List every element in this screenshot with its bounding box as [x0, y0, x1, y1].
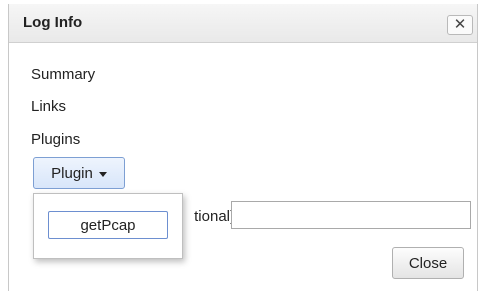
plugin-dropdown-button[interactable]: Plugin	[33, 157, 125, 189]
links-link[interactable]: Links	[31, 98, 66, 115]
comment-input[interactable]	[231, 201, 471, 229]
summary-link[interactable]: Summary	[31, 66, 95, 83]
dialog-title: Log Info	[23, 14, 83, 31]
dialog-titlebar: Log Info ✕	[9, 4, 477, 43]
menu-item-getpcap[interactable]: getPcap	[48, 211, 168, 239]
plugin-button-label: Plugin	[51, 164, 93, 182]
plugins-link[interactable]: Plugins	[31, 131, 80, 148]
close-icon[interactable]: ✕	[447, 15, 473, 35]
caret-down-icon	[98, 171, 107, 177]
close-button[interactable]: Close	[392, 247, 464, 279]
log-info-dialog: Log Info ✕ Summary Links Plugins Plugin …	[8, 4, 478, 291]
plugin-dropdown-menu: getPcap	[33, 193, 183, 259]
